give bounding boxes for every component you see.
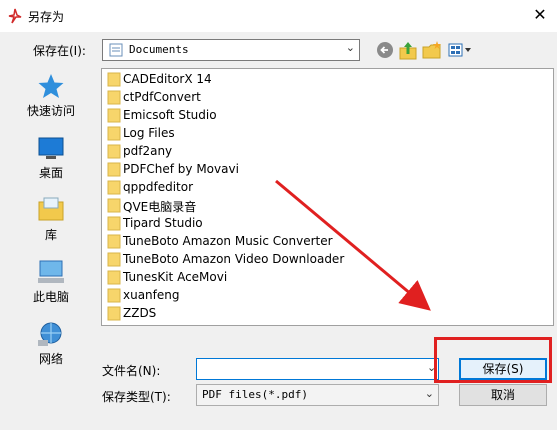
folder-name: CADEditorX 14 <box>123 72 212 86</box>
chevron-down-icon: ⌄ <box>345 41 355 54</box>
filetype-dropdown[interactable]: PDF files(*.pdf) ⌄ <box>196 384 439 406</box>
folder-name: qppdfeditor <box>123 180 194 194</box>
save-in-value: Documents <box>129 43 189 56</box>
folder-item[interactable]: TuneBoto Amazon Video Downloader <box>102 251 362 269</box>
folder-icon <box>107 90 121 105</box>
folder-icon <box>107 234 121 249</box>
cancel-button[interactable]: 取消 <box>459 384 547 406</box>
filename-label: 文件名(N): <box>102 364 161 378</box>
folder-icon <box>107 144 121 159</box>
new-folder-icon[interactable] <box>421 39 443 61</box>
file-list[interactable]: CADEditorX 14 ctPdfConvert Emicsoft Stud… <box>101 68 554 326</box>
folder-item[interactable]: Log Files <box>102 125 362 143</box>
computer-icon <box>38 260 64 283</box>
folder-item[interactable]: Tipard Studio <box>102 215 362 233</box>
folder-item[interactable]: CADEditorX 14 <box>102 71 362 89</box>
save-in-dropdown[interactable]: Documents ⌄ <box>102 39 360 61</box>
folder-name: xuanfeng <box>123 288 180 302</box>
place-label: 库 <box>44 228 57 242</box>
place-desktop[interactable]: 桌面 <box>12 130 90 190</box>
folder-icon <box>107 126 121 141</box>
folder-icon <box>107 162 121 177</box>
filetype-label: 保存类型(T): <box>102 390 171 404</box>
folder-icon <box>107 270 121 285</box>
folder-icon <box>107 216 121 231</box>
library-icon <box>38 197 64 221</box>
documents-folder-icon <box>109 43 123 57</box>
folder-icon <box>107 252 121 267</box>
folder-name: ctPdfConvert <box>123 90 201 104</box>
place-library[interactable]: 库 <box>12 192 90 252</box>
folder-item[interactable]: QVE电脑录音 <box>102 197 362 215</box>
folder-icon <box>107 72 121 87</box>
annotation-highlight-box <box>434 337 552 383</box>
folder-name: QVE电脑录音 <box>123 200 197 214</box>
place-label: 此电脑 <box>32 290 69 304</box>
folder-name: Emicsoft Studio <box>123 108 217 122</box>
place-label: 桌面 <box>38 166 63 180</box>
filetype-value: PDF files(*.pdf) <box>202 388 308 401</box>
folder-name: Tipard Studio <box>123 216 203 230</box>
folder-name: pdf2any <box>123 144 173 158</box>
places-bar: 快速访问 桌面 库 此电脑 网络 <box>12 68 90 378</box>
back-arrow-icon[interactable] <box>375 39 395 61</box>
folder-item[interactable]: TunesKit AceMovi <box>102 269 362 287</box>
place-network[interactable]: 网络 <box>12 316 90 376</box>
folder-icon <box>107 306 121 321</box>
folder-icon <box>107 180 121 195</box>
place-label: 快速访问 <box>26 104 75 118</box>
close-button[interactable]: ✕ <box>527 4 553 26</box>
up-folder-icon[interactable] <box>398 39 418 61</box>
place-label: 网络 <box>38 352 63 366</box>
folder-item[interactable]: PDFChef by Movavi <box>102 161 362 179</box>
desktop-icon <box>38 137 64 159</box>
folder-name: TunesKit AceMovi <box>123 270 228 284</box>
folder-item[interactable]: TuneBoto Amazon Music Converter <box>102 233 362 251</box>
folder-icon <box>107 288 121 303</box>
title-bar: 另存为 ✕ <box>0 0 557 32</box>
save-in-label: 保存在(I): <box>33 44 86 58</box>
folder-item[interactable]: pdf2any <box>102 143 362 161</box>
place-quick-access[interactable]: 快速访问 <box>12 68 90 128</box>
folder-name: TuneBoto Amazon Music Converter <box>123 234 333 248</box>
chevron-down-icon: ⌄ <box>424 387 434 400</box>
folder-item[interactable]: qppdfeditor <box>102 179 362 197</box>
folder-item[interactable]: ctPdfConvert <box>102 89 362 107</box>
view-menu-icon[interactable] <box>447 39 473 61</box>
window-title: 另存为 <box>28 10 65 24</box>
folder-name: PDFChef by Movavi <box>123 162 239 176</box>
folder-name: TuneBoto Amazon Video Downloader <box>123 252 345 266</box>
filename-input[interactable] <box>196 358 439 380</box>
folder-item[interactable]: ZZDS <box>102 305 362 323</box>
folder-name: Log Files <box>123 126 175 140</box>
folder-item[interactable]: xuanfeng <box>102 287 362 305</box>
folder-name: ZZDS <box>123 306 157 320</box>
pdf-app-icon <box>8 8 22 24</box>
place-this-pc[interactable]: 此电脑 <box>12 254 90 314</box>
folder-icon <box>107 108 121 123</box>
folder-icon <box>107 198 121 213</box>
folder-item[interactable]: Emicsoft Studio <box>102 107 362 125</box>
star-icon <box>38 74 64 98</box>
network-icon <box>38 322 62 346</box>
